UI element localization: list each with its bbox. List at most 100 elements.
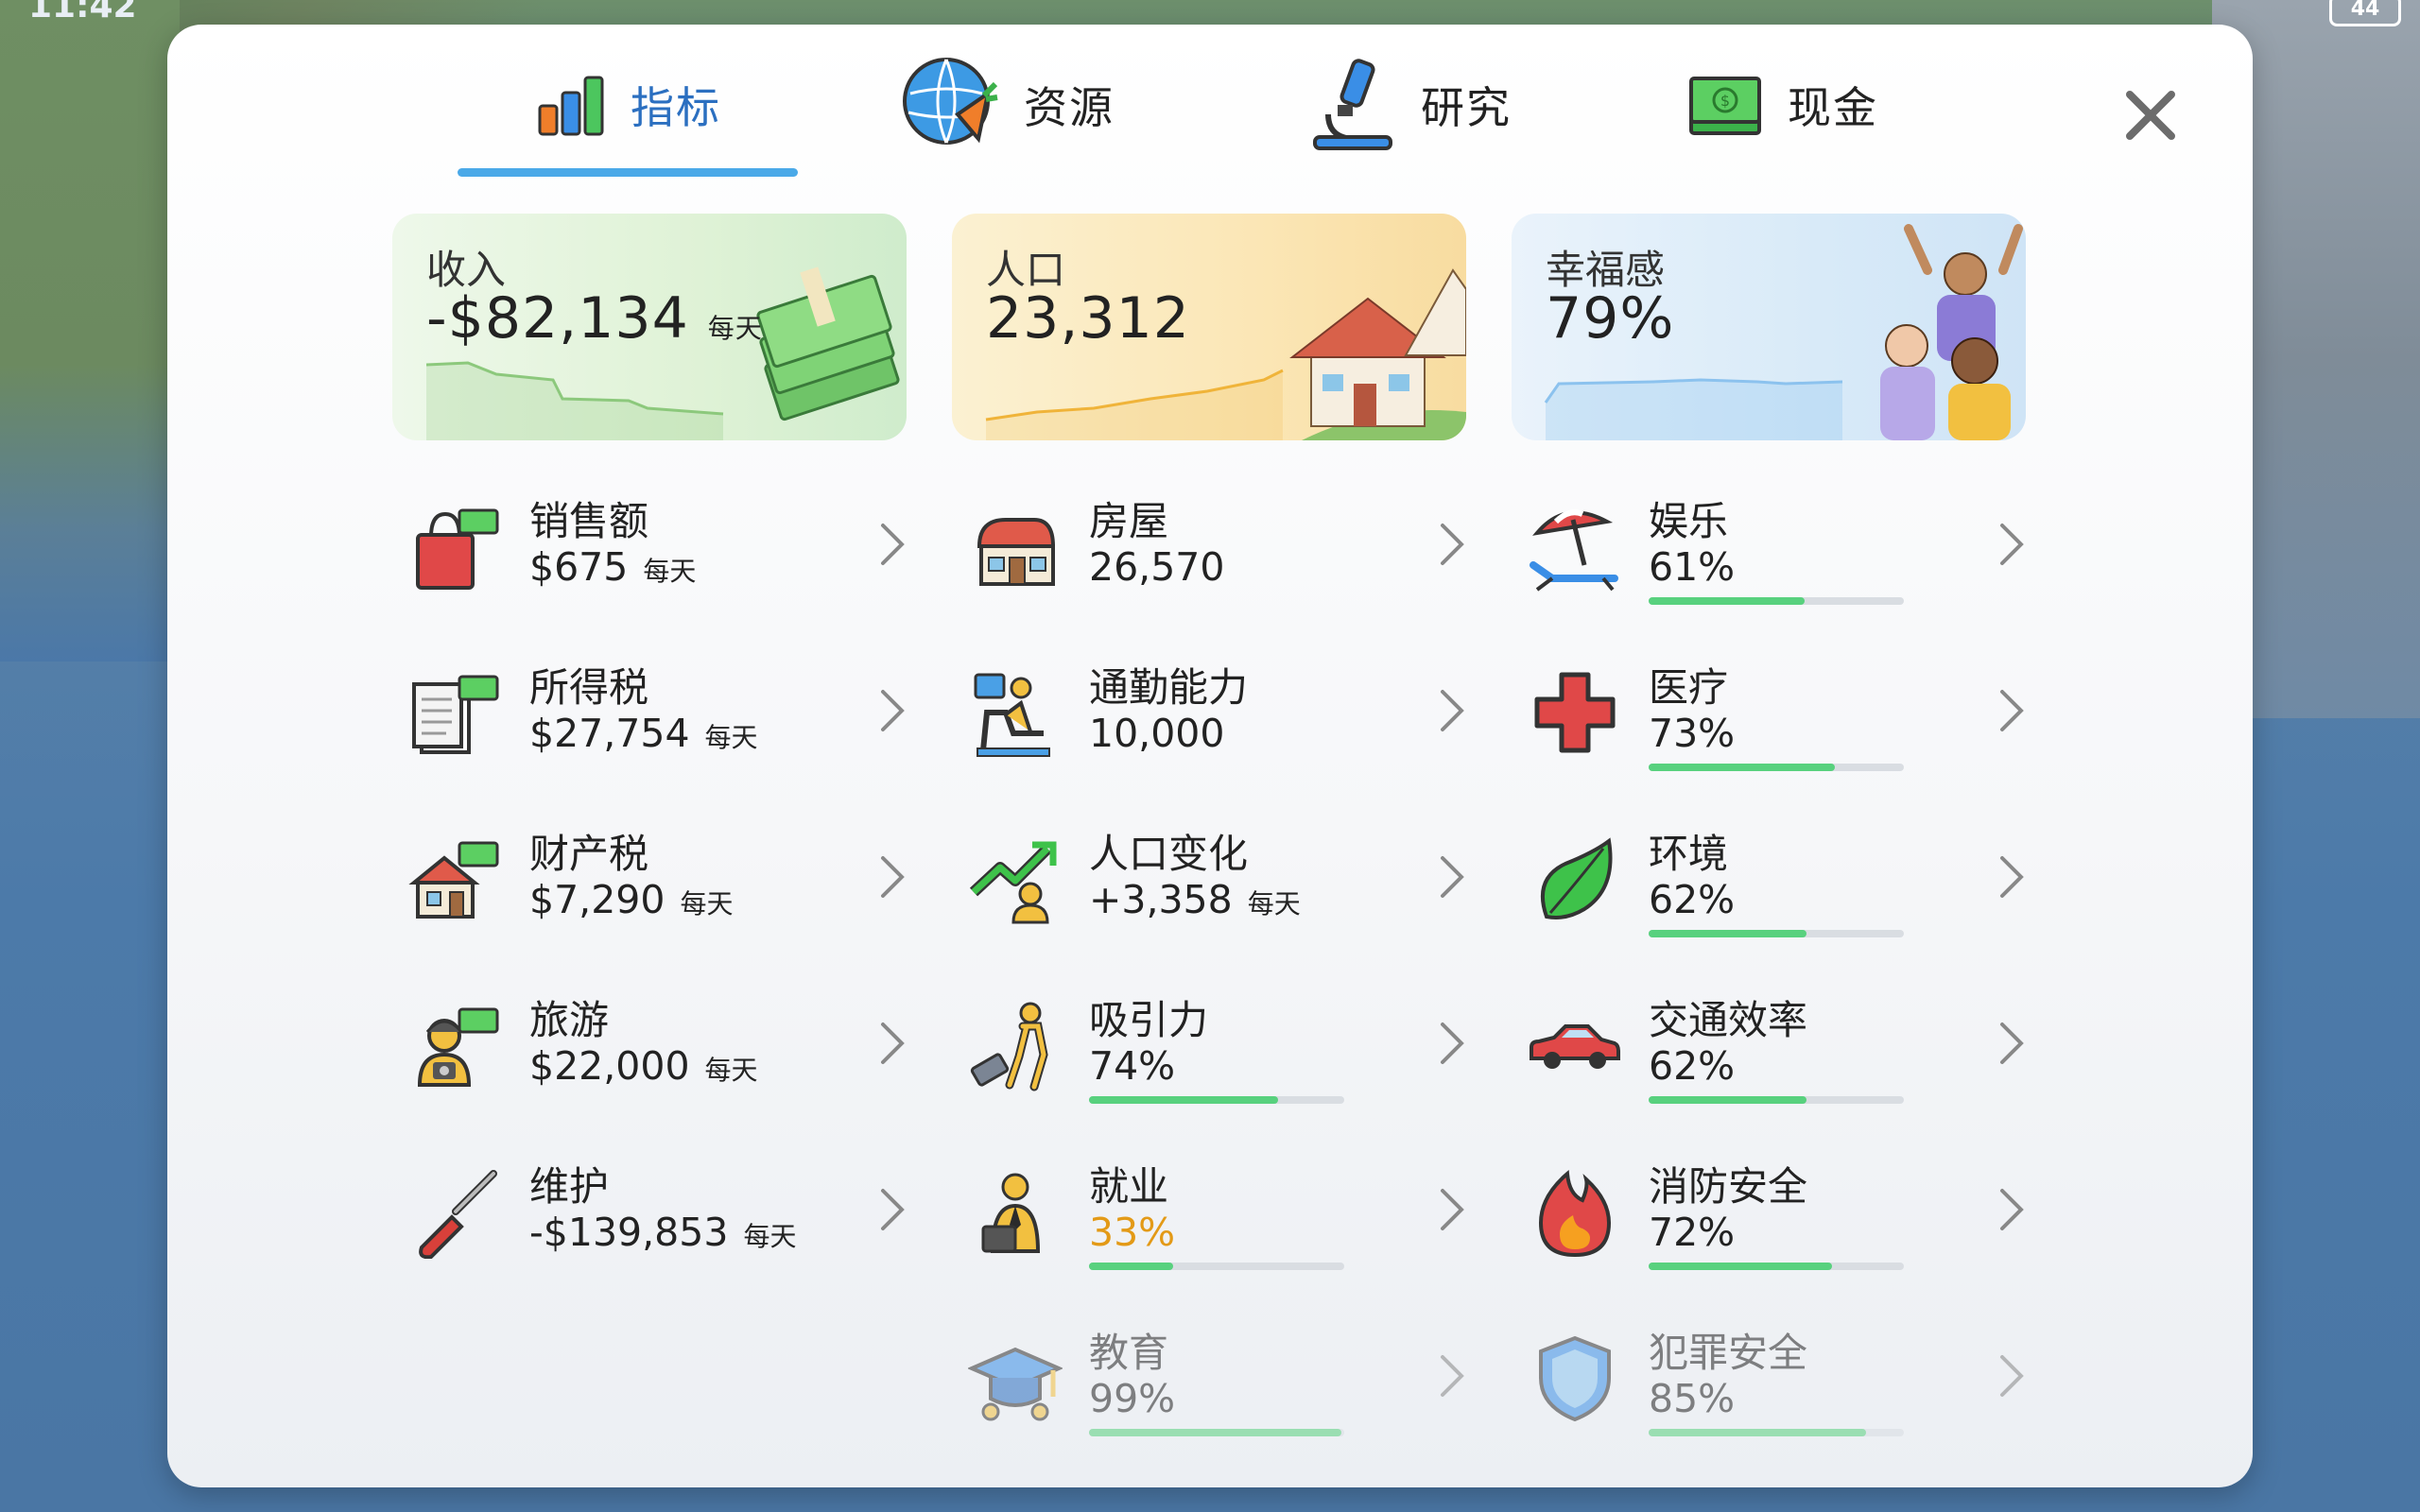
- row-value: 26,570: [1089, 544, 1225, 590]
- tourist-icon: [417, 1007, 499, 1087]
- row-fire-safety[interactable]: 消防安全 72%: [1528, 1136, 2038, 1278]
- row-value: $22,000 每天: [529, 1043, 758, 1089]
- chevron-right-icon: [2000, 524, 2024, 565]
- row-sales[interactable]: 销售额 $675 每天: [408, 471, 919, 612]
- per-day-label: 每天: [743, 1221, 797, 1252]
- chevron-right-icon: [2000, 690, 2024, 731]
- row-value: 85%: [1649, 1376, 1736, 1421]
- employment-progress-bar: [1089, 1263, 1344, 1270]
- row-label: 环境: [1649, 831, 1729, 877]
- income-amount: -$82,134: [426, 285, 689, 352]
- row-crime-safety[interactable]: 犯罪安全 85%: [1528, 1302, 2038, 1444]
- row-label: 财产税: [529, 831, 649, 877]
- chevron-right-icon: [881, 690, 905, 731]
- row-attractiveness[interactable]: 吸引力 74%: [968, 970, 1478, 1111]
- chevron-right-icon: [1441, 1022, 1464, 1064]
- row-entertainment[interactable]: 娱乐 61%: [1528, 471, 2038, 612]
- row-value: 62%: [1649, 877, 1736, 922]
- shoreline-left: [0, 0, 180, 662]
- beach-umbrella-icon: [1530, 509, 1618, 592]
- education-progress-bar: [1089, 1429, 1344, 1436]
- worker-icon: [981, 1173, 1041, 1253]
- chevron-right-icon: [1441, 1355, 1464, 1397]
- active-tab-indicator: [458, 168, 798, 177]
- row-maintenance[interactable]: 维护 -$139,853 每天: [408, 1136, 919, 1278]
- income-value: -$82,134 每天: [426, 285, 763, 352]
- row-healthcare[interactable]: 医疗 73%: [1528, 637, 2038, 779]
- row-label: 吸引力: [1089, 997, 1209, 1043]
- entertainment-progress-bar: [1649, 597, 1904, 605]
- environment-progress-bar: [1649, 930, 1904, 937]
- per-day-label: 每天: [704, 1055, 758, 1086]
- row-value: -$139,853 每天: [529, 1210, 796, 1255]
- progress-fill: [1649, 597, 1805, 605]
- chevron-right-icon: [1441, 524, 1464, 565]
- progress-fill: [1649, 764, 1836, 771]
- value-text: $27,754: [529, 711, 690, 756]
- row-value: +3,358 每天: [1089, 877, 1301, 922]
- row-label: 犯罪安全: [1649, 1330, 1808, 1376]
- tab-metrics[interactable]: 指标: [536, 62, 721, 147]
- chevron-right-icon: [1441, 690, 1464, 731]
- row-label: 所得税: [529, 664, 649, 711]
- value-text: $7,290: [529, 877, 666, 922]
- healthcare-progress-bar: [1649, 764, 1904, 771]
- population-value: 23,312: [986, 285, 1190, 352]
- tab-resources[interactable]: 资源: [901, 58, 1115, 147]
- tab-label: 指标: [631, 82, 721, 133]
- row-value: 72%: [1649, 1210, 1736, 1255]
- tab-bar: 指标 资源 研究 $ 现金: [167, 25, 2253, 177]
- row-commute-capacity[interactable]: 通勤能力 10,000: [968, 637, 1478, 779]
- tab-research[interactable]: 研究: [1309, 59, 1512, 150]
- chevron-right-icon: [1441, 1189, 1464, 1230]
- chevron-right-icon: [1441, 856, 1464, 898]
- value-text: +3,358: [1089, 877, 1233, 922]
- traffic-progress-bar: [1649, 1096, 1904, 1104]
- population-card[interactable]: 人口 23,312: [952, 214, 1466, 440]
- value-text: $22,000: [529, 1043, 690, 1089]
- row-value: $7,290 每天: [529, 877, 733, 922]
- row-population-change[interactable]: 人口变化 +3,358 每天: [968, 803, 1478, 945]
- row-label: 就业: [1089, 1163, 1169, 1210]
- income-card[interactable]: 收入 -$82,134 每天: [392, 214, 907, 440]
- row-value: $27,754 每天: [529, 711, 758, 756]
- graduation-cap-icon: [968, 1347, 1063, 1421]
- row-environment[interactable]: 环境 62%: [1528, 803, 2038, 945]
- row-tourism[interactable]: 旅游 $22,000 每天: [408, 970, 919, 1111]
- house-illustration: [1289, 268, 1466, 440]
- row-property-tax[interactable]: 财产税 $7,290 每天: [408, 803, 919, 945]
- happiness-card[interactable]: 幸福感 79%: [1512, 214, 2026, 440]
- row-value: 73%: [1649, 711, 1736, 756]
- money-stack-illustration: [756, 266, 900, 421]
- progress-fill: [1649, 1429, 1866, 1436]
- happy-people-illustration: [1880, 224, 2023, 440]
- microscope-icon: [1313, 59, 1392, 150]
- cash-icon: $: [1689, 77, 1761, 135]
- tab-label: 现金: [1788, 82, 1878, 133]
- row-value: 62%: [1649, 1043, 1736, 1089]
- row-label: 销售额: [529, 498, 649, 544]
- row-value: 33%: [1089, 1210, 1176, 1255]
- fire-safety-progress-bar: [1649, 1263, 1904, 1270]
- row-traffic-efficiency[interactable]: 交通效率 62%: [1528, 970, 2038, 1111]
- row-label: 维护: [529, 1163, 610, 1210]
- row-value: $675 每天: [529, 544, 696, 590]
- tab-label: 研究: [1421, 82, 1512, 133]
- row-education[interactable]: 教育 99%: [968, 1302, 1478, 1444]
- row-employment[interactable]: 就业 33%: [968, 1136, 1478, 1278]
- row-value: 61%: [1649, 544, 1736, 590]
- close-icon[interactable]: [2122, 87, 2179, 144]
- shield-icon: [1539, 1335, 1611, 1422]
- row-income-tax[interactable]: 所得税 $27,754 每天: [408, 637, 919, 779]
- svg-text:$: $: [1720, 92, 1730, 110]
- progress-fill: [1649, 930, 1807, 937]
- progress-fill: [1089, 1096, 1278, 1104]
- row-housing[interactable]: 房屋 26,570: [968, 471, 1478, 612]
- per-day-label: 每天: [643, 556, 697, 587]
- per-day-label: 每天: [704, 722, 758, 753]
- chevron-right-icon: [2000, 1022, 2024, 1064]
- tab-cash[interactable]: $ 现金: [1687, 62, 1878, 147]
- row-label: 教育: [1089, 1330, 1169, 1376]
- leaf-icon: [1541, 837, 1613, 919]
- stats-panel: 指标 资源 研究 $ 现金 收入 -$82,134 每天 人口 23,312 幸…: [167, 25, 2253, 1487]
